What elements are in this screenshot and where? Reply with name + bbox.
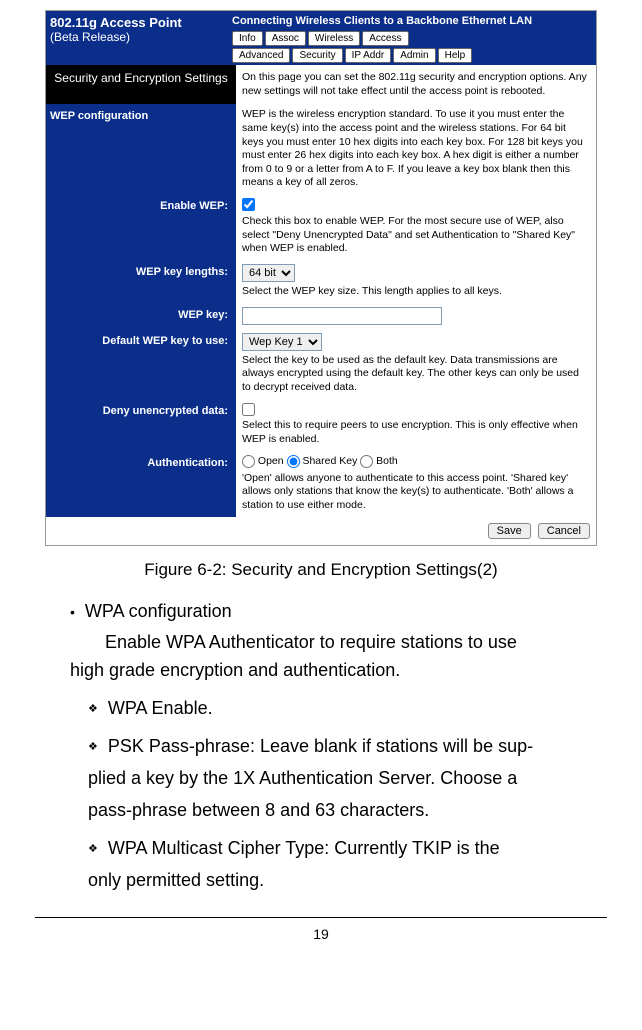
tab-row-2: Advanced Security IP Addr Admin Help — [232, 48, 592, 63]
footer-rule — [35, 917, 607, 918]
tab-assoc[interactable]: Assoc — [265, 31, 306, 46]
deny-desc: Select this to require peers to use encr… — [242, 419, 590, 446]
tab-ipaddr[interactable]: IP Addr — [345, 48, 392, 63]
keylen-select[interactable]: 64 bit — [242, 264, 295, 282]
psk-item-line3: pass-phrase between 8 and 63 characters. — [88, 797, 622, 825]
auth-shared-option[interactable]: Shared Key — [287, 455, 358, 467]
wpa-intro-line1: Enable WPA Authenticator to require stat… — [105, 629, 622, 657]
defaultkey-label: Default WEP key to use: — [46, 329, 236, 399]
keylen-desc: Select the WEP key size. This length app… — [242, 285, 590, 299]
banner-subtitle: (Beta Release) — [50, 30, 232, 44]
cancel-button[interactable]: Cancel — [538, 523, 590, 539]
banner-tagline: Connecting Wireless Clients to a Backbon… — [232, 13, 592, 31]
section-header-desc: On this page you can set the 802.11g sec… — [236, 65, 596, 104]
tab-admin[interactable]: Admin — [393, 48, 435, 63]
figure-caption: Figure 6-2: Security and Encryption Sett… — [0, 560, 642, 580]
save-button[interactable]: Save — [488, 523, 531, 539]
tab-help[interactable]: Help — [438, 48, 473, 63]
deny-checkbox[interactable] — [242, 403, 255, 416]
cipher-item-line2: only permitted setting. — [88, 867, 622, 895]
buttons-row: Save Cancel — [46, 517, 596, 545]
auth-both-option[interactable]: Both — [360, 455, 398, 467]
tab-access[interactable]: Access — [362, 31, 408, 46]
auth-desc: 'Open' allows anyone to authenticate to … — [242, 472, 590, 513]
wpa-enable-item: WPA Enable. — [105, 695, 622, 723]
defaultkey-desc: Select the key to be used as the default… — [242, 354, 590, 395]
defaultkey-select[interactable]: Wep Key 1 — [242, 333, 322, 351]
tab-info[interactable]: Info — [232, 31, 263, 46]
wep-heading: WEP configuration — [46, 104, 236, 194]
wep-intro: WEP is the wireless encryption standard.… — [236, 104, 596, 194]
router-config-screenshot: 802.11g Access Point (Beta Release) Conn… — [45, 10, 597, 546]
tab-wireless[interactable]: Wireless — [308, 31, 360, 46]
tab-security[interactable]: Security — [292, 48, 342, 63]
tab-advanced[interactable]: Advanced — [232, 48, 290, 63]
banner: 802.11g Access Point (Beta Release) Conn… — [46, 11, 596, 65]
enable-wep-label: Enable WEP: — [46, 194, 236, 260]
psk-item-line1: PSK Pass-phrase: Leave blank if stations… — [105, 733, 622, 761]
keylen-label: WEP key lengths: — [46, 260, 236, 303]
page-number: 19 — [0, 926, 642, 942]
auth-label: Authentication: — [46, 451, 236, 517]
psk-item-line2: plied a key by the 1X Authentication Ser… — [88, 765, 622, 793]
wepkey-label: WEP key: — [46, 303, 236, 329]
cipher-item-line1: WPA Multicast Cipher Type: Currently TKI… — [105, 835, 622, 863]
wpa-heading: WPA configuration — [87, 598, 622, 626]
tab-row-1: Info Assoc Wireless Access — [232, 31, 592, 46]
document-body: WPA configuration Enable WPA Authenticat… — [35, 598, 622, 895]
enable-wep-desc: Check this box to enable WEP. For the mo… — [242, 215, 590, 256]
banner-title: 802.11g Access Point — [50, 15, 232, 30]
auth-open-option[interactable]: Open — [242, 455, 284, 467]
enable-wep-checkbox[interactable] — [242, 198, 255, 211]
wpa-intro-line2: high grade encryption and authentication… — [70, 657, 622, 685]
section-header-title: Security and Encryption Settings — [46, 65, 236, 104]
deny-label: Deny unencrypted data: — [46, 399, 236, 451]
wepkey-input[interactable] — [242, 307, 442, 325]
